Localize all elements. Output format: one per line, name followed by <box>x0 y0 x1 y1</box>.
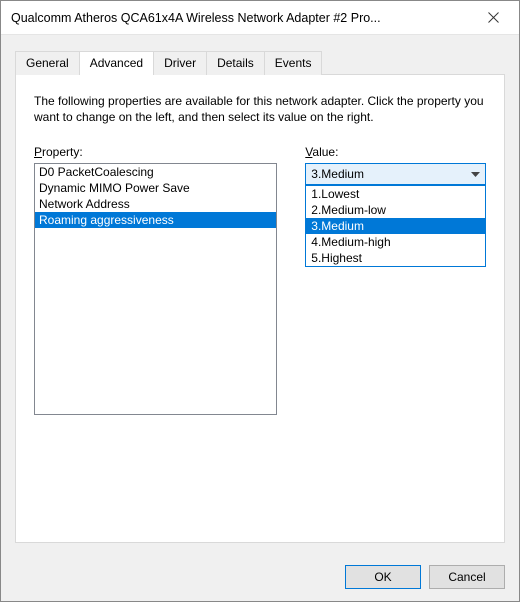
content-area: General Advanced Driver Details Events T… <box>1 35 519 555</box>
tab-driver[interactable]: Driver <box>153 51 207 75</box>
tabstrip: General Advanced Driver Details Events <box>15 51 505 75</box>
dropdown-item[interactable]: 5.Highest <box>306 250 485 266</box>
property-label: Property: <box>34 145 277 159</box>
tab-advanced[interactable]: Advanced <box>79 51 154 75</box>
close-icon <box>488 12 499 23</box>
dropdown-item[interactable]: 4.Medium-high <box>306 234 485 250</box>
tab-details[interactable]: Details <box>206 51 265 75</box>
close-button[interactable] <box>471 3 515 33</box>
value-column: Value: 3.Medium 1.Lowest 2.Medium-low 3.… <box>305 145 486 415</box>
window-title: Qualcomm Atheros QCA61x4A Wireless Netwo… <box>11 11 471 25</box>
tab-general[interactable]: General <box>15 51 80 75</box>
columns: Property: D0 PacketCoalescing Dynamic MI… <box>34 145 486 415</box>
titlebar: Qualcomm Atheros QCA61x4A Wireless Netwo… <box>1 1 519 35</box>
dropdown-item[interactable]: 3.Medium <box>306 218 485 234</box>
value-dropdown-list[interactable]: 1.Lowest 2.Medium-low 3.Medium 4.Medium-… <box>305 185 486 267</box>
properties-window: Qualcomm Atheros QCA61x4A Wireless Netwo… <box>0 0 520 602</box>
chevron-down-icon <box>467 165 483 183</box>
property-column: Property: D0 PacketCoalescing Dynamic MI… <box>34 145 277 415</box>
cancel-button[interactable]: Cancel <box>429 565 505 589</box>
dropdown-item[interactable]: 1.Lowest <box>306 186 485 202</box>
value-label: Value: <box>305 145 486 159</box>
dropdown-item[interactable]: 2.Medium-low <box>306 202 485 218</box>
combobox-selected-text: 3.Medium <box>311 167 467 181</box>
list-item[interactable]: D0 PacketCoalescing <box>35 164 276 180</box>
list-item[interactable]: Roaming aggressiveness <box>35 212 276 228</box>
tab-panel-advanced: The following properties are available f… <box>15 74 505 543</box>
list-item[interactable]: Dynamic MIMO Power Save <box>35 180 276 196</box>
ok-button[interactable]: OK <box>345 565 421 589</box>
value-combobox[interactable]: 3.Medium <box>305 163 486 185</box>
tab-events[interactable]: Events <box>264 51 323 75</box>
property-listbox[interactable]: D0 PacketCoalescing Dynamic MIMO Power S… <box>34 163 277 415</box>
dialog-button-row: OK Cancel <box>1 555 519 601</box>
panel-description: The following properties are available f… <box>34 93 486 125</box>
list-item[interactable]: Network Address <box>35 196 276 212</box>
